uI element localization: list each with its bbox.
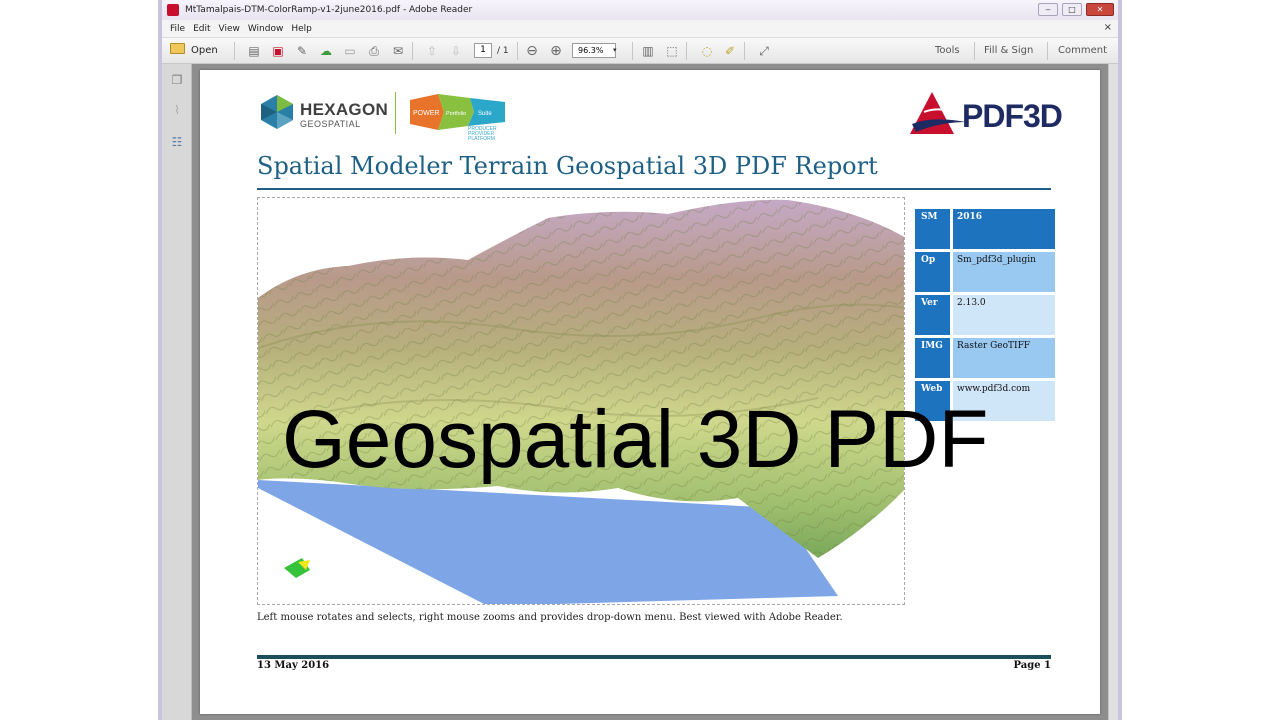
page-thumbnails-icon[interactable]: ❐ [169, 72, 185, 88]
footer-rule [257, 655, 1051, 659]
toolbar-separator [412, 42, 413, 60]
attachments-icon[interactable]: ⌇ [169, 102, 185, 118]
create-pdf-icon[interactable]: ▤ [246, 43, 262, 59]
adobe-reader-icon [167, 4, 179, 16]
fit-page-icon[interactable]: ▥ [640, 43, 656, 59]
info-value: 2016 [953, 209, 1055, 249]
zoom-dropdown-icon[interactable]: ▾ [613, 43, 623, 58]
tools-link[interactable]: Tools [935, 43, 960, 59]
adobe-reader-window: MtTamalpais-DTM-ColorRamp-v1-2june2016.p… [158, 0, 1122, 720]
suite-label: Suite [478, 111, 492, 117]
close-document-icon[interactable]: × [1104, 22, 1112, 33]
menu-edit[interactable]: Edit [193, 24, 210, 34]
fit-width-icon[interactable]: ⬚ [664, 43, 680, 59]
toolbar-separator [234, 42, 235, 60]
zoom-out-icon[interactable]: ⊖ [524, 43, 540, 59]
sticky-note-icon[interactable]: ◌ [699, 43, 715, 59]
page-total: / 1 [497, 46, 509, 56]
zoom-in-icon[interactable]: ⊕ [548, 43, 564, 59]
full-screen-icon[interactable]: ⤢ [756, 43, 772, 59]
highlight-icon[interactable]: ✐ [722, 43, 738, 59]
pdf3d-logo-icon [910, 92, 966, 134]
info-row-sm: SM 2016 [915, 209, 1055, 249]
toolbar-separator [686, 42, 687, 60]
zoom-input[interactable]: 96.3% [572, 43, 616, 58]
previous-page-icon[interactable]: ⇧ [424, 43, 440, 59]
report-date: 13 May 2016 [257, 660, 330, 671]
info-key: SM [915, 209, 950, 249]
fill-sign-link[interactable]: Fill & Sign [984, 43, 1033, 59]
minimize-button[interactable]: ‒ [1038, 3, 1058, 16]
portfolio-label: Portfolio [446, 111, 466, 117]
page-number: Page 1 [1013, 660, 1051, 671]
power-label: POWER [413, 110, 439, 117]
comment-link[interactable]: Comment [1058, 43, 1107, 59]
save-icon[interactable]: ▭ [342, 43, 358, 59]
document-viewer[interactable]: HEXAGON GEOSPATIAL POWER Portfolio Suite… [192, 64, 1118, 720]
menu-window[interactable]: Window [248, 24, 284, 34]
info-key: Ver [915, 295, 950, 335]
overlay-caption: Geospatial 3D PDF [282, 394, 989, 485]
toolbar-separator [1047, 42, 1048, 60]
print-icon[interactable]: ⎙ [366, 43, 382, 59]
power-portfolio-logo: POWER Portfolio Suite [410, 94, 505, 130]
info-row-img: IMG Raster GeoTIFF [915, 338, 1055, 378]
next-page-icon[interactable]: ⇩ [448, 43, 464, 59]
info-value: 2.13.0 [953, 295, 1055, 335]
folder-icon [170, 43, 185, 54]
title-rule [257, 188, 1051, 190]
hexagon-wordmark: HEXAGON [300, 100, 389, 119]
report-title: Spatial Modeler Terrain Geospatial 3D PD… [257, 152, 878, 180]
open-button[interactable]: Open [170, 43, 224, 59]
toolbar-separator [632, 42, 633, 60]
toolbar: Open ▤ ▣ ✎ ☁ ▭ ⎙ ✉ ⇧ ⇩ 1 / 1 ⊖ ⊕ 96.3% ▾… [162, 38, 1118, 64]
maximize-button[interactable]: □ [1062, 3, 1082, 16]
menu-view[interactable]: View [219, 24, 240, 34]
tagline-platform: PLATFORM [468, 136, 495, 142]
info-value: Raster GeoTIFF [953, 338, 1055, 378]
power-portfolio-tagline: PRODUCER PROVIDER PLATFORM [468, 127, 497, 142]
email-icon[interactable]: ✉ [390, 43, 406, 59]
toolbar-separator [517, 42, 518, 60]
upload-cloud-icon[interactable]: ☁ [318, 43, 334, 59]
geospatial-wordmark: GEOSPATIAL [300, 119, 361, 129]
page-number-input[interactable]: 1 [474, 43, 492, 58]
menu-bar: File Edit View Window Help × [162, 20, 1118, 38]
menu-help[interactable]: Help [291, 24, 312, 34]
combine-files-icon[interactable]: ▣ [270, 43, 286, 59]
logo-divider [395, 92, 396, 134]
info-row-op: Op Sm_pdf3d_plugin [915, 252, 1055, 292]
navigation-pane: ❐ ⌇ ☷ [162, 64, 192, 720]
toolbar-separator [744, 42, 745, 60]
info-key: IMG [915, 338, 950, 378]
title-bar: MtTamalpais-DTM-ColorRamp-v1-2june2016.p… [162, 0, 1118, 20]
hexagon-logo-icon [261, 95, 293, 129]
pdf3d-wordmark: PDF3D [962, 98, 1063, 134]
model-tree-icon[interactable]: ☷ [169, 134, 185, 150]
info-row-ver: Ver 2.13.0 [915, 295, 1055, 335]
pdf-page: HEXAGON GEOSPATIAL POWER Portfolio Suite… [200, 70, 1100, 714]
vertical-scrollbar[interactable] [1108, 64, 1118, 720]
close-button[interactable]: ✕ [1086, 3, 1114, 16]
info-value: Sm_pdf3d_plugin [953, 252, 1055, 292]
window-title: MtTamalpais-DTM-ColorRamp-v1-2june2016.p… [185, 5, 473, 15]
edit-pdf-icon[interactable]: ✎ [294, 43, 310, 59]
menu-file[interactable]: File [170, 24, 185, 34]
open-label: Open [191, 45, 218, 56]
info-key: Op [915, 252, 950, 292]
toolbar-separator [974, 42, 975, 60]
viewer-instructions: Left mouse rotates and selects, right mo… [257, 612, 843, 623]
